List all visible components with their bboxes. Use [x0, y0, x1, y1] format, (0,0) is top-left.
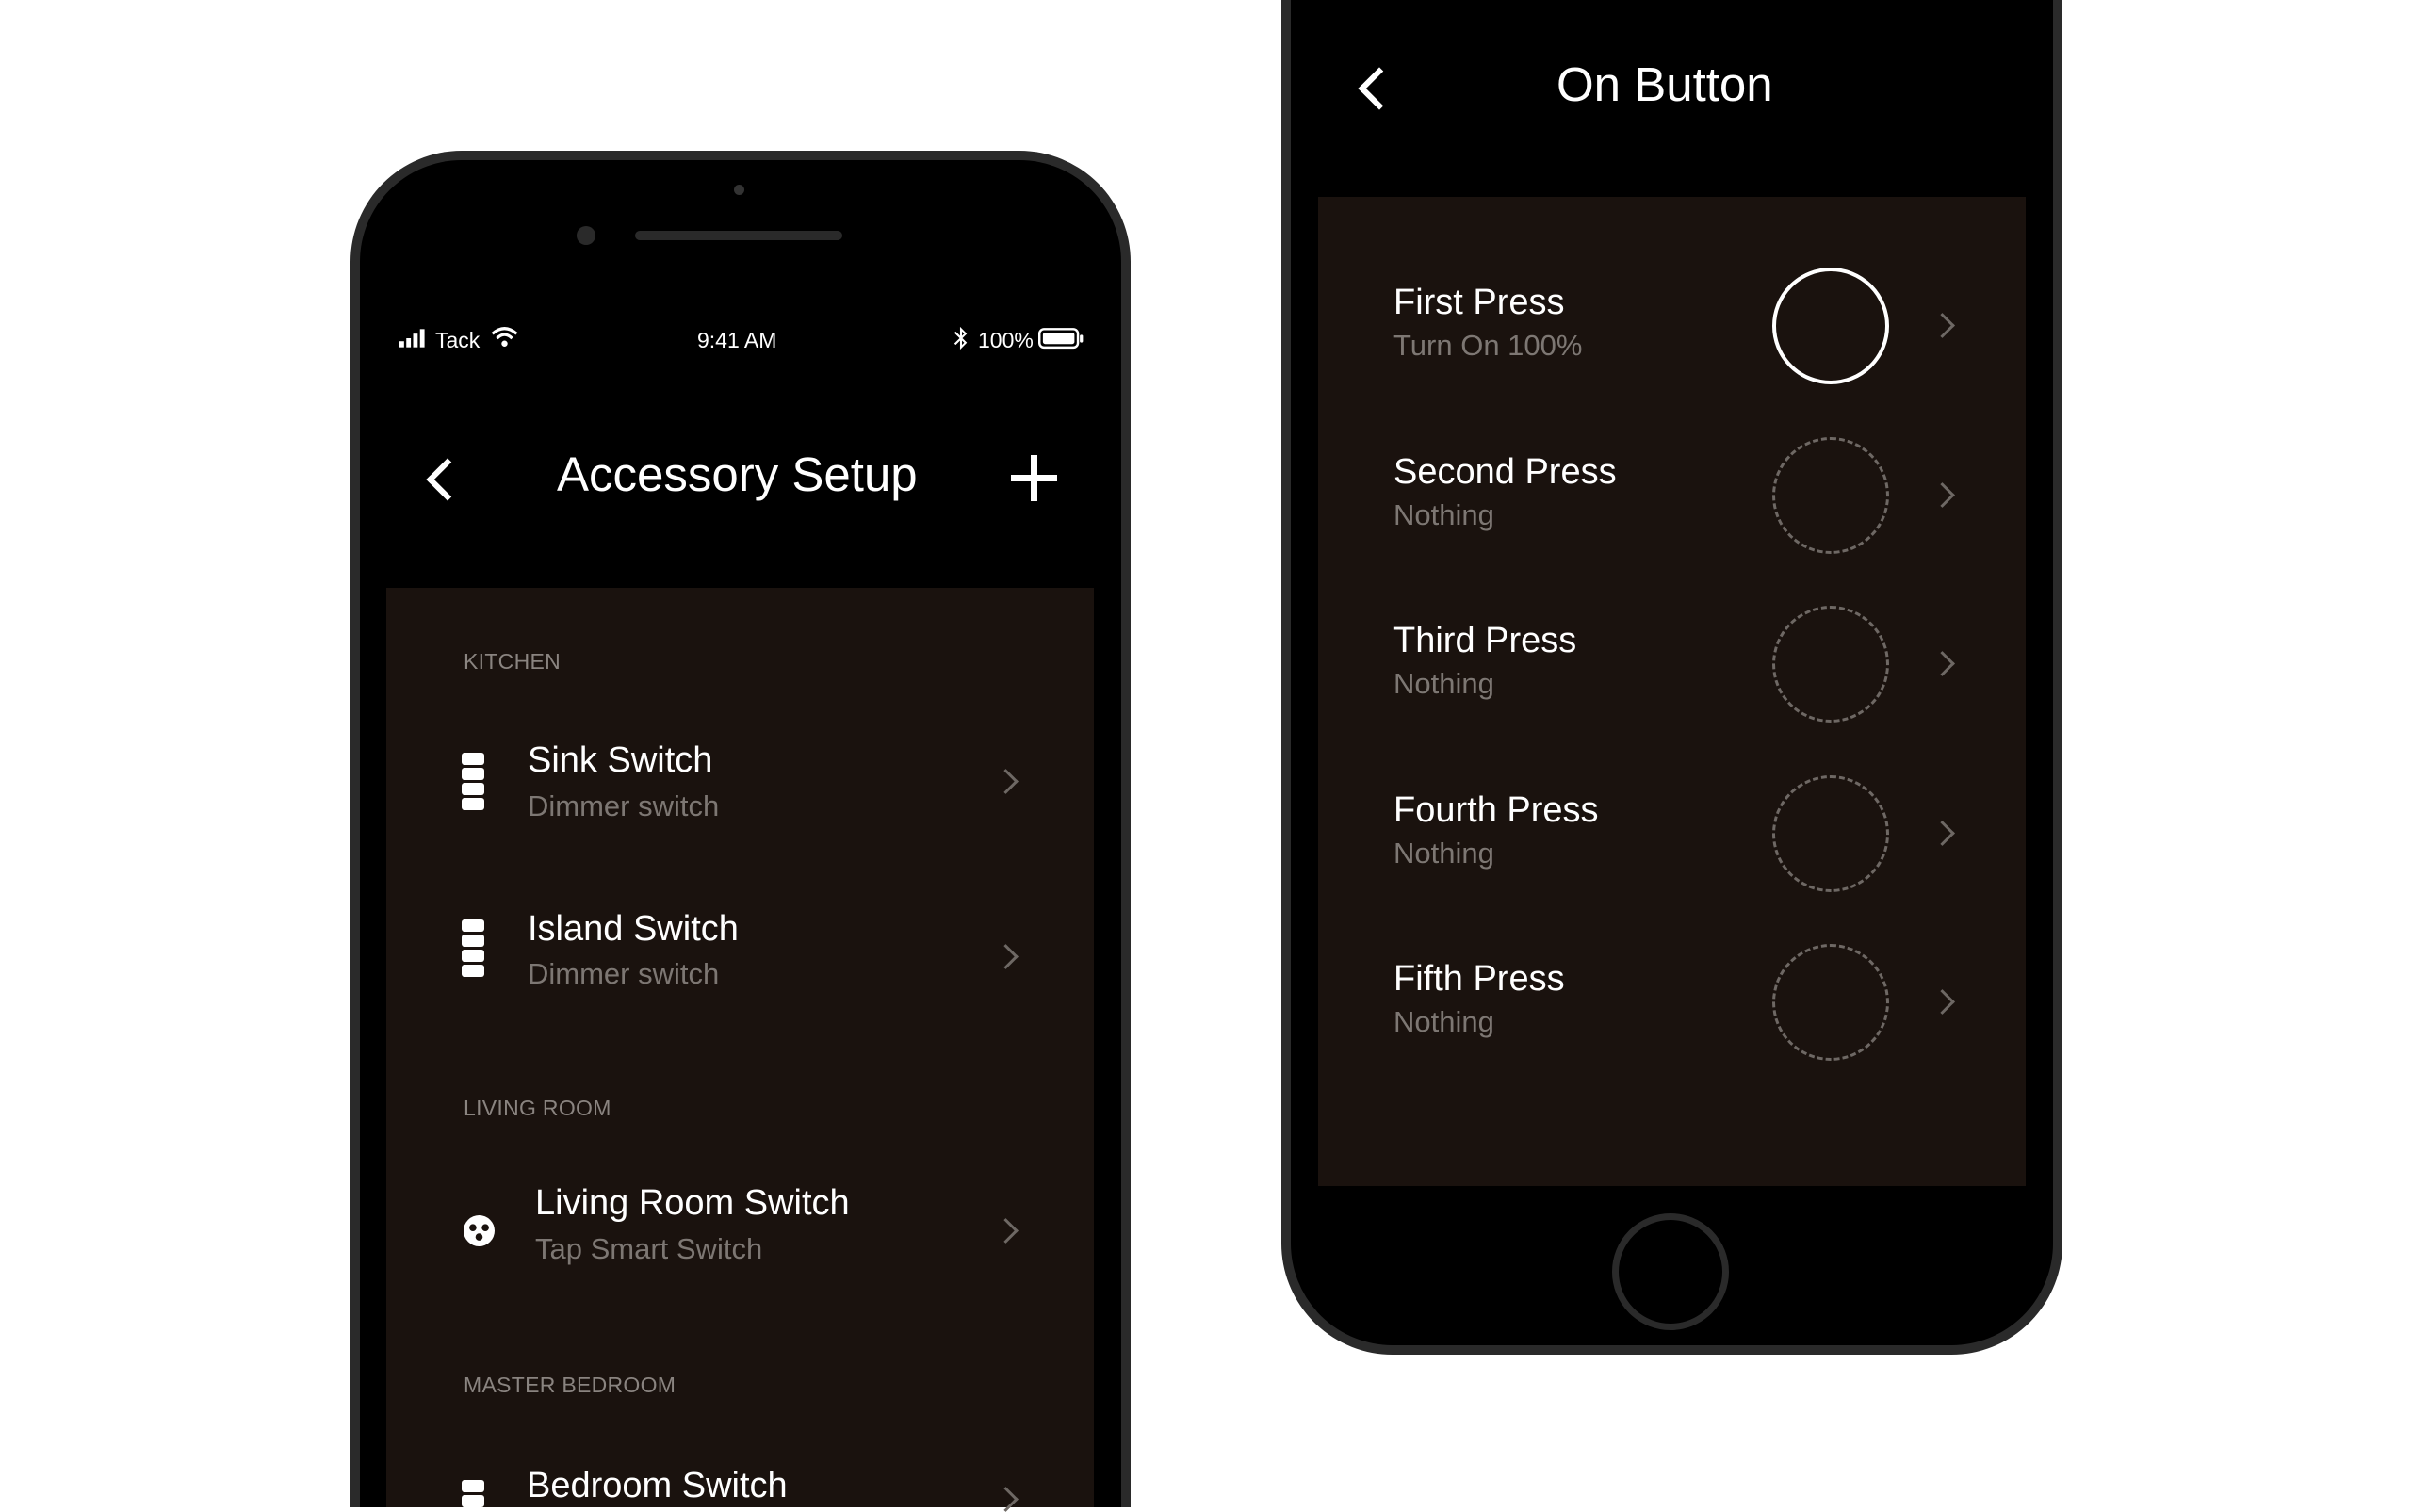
list-item-island-switch[interactable]: Island Switch Dimmer switch: [386, 880, 1094, 1018]
press-title: Fourth Press: [1393, 790, 1599, 830]
press-action: Nothing: [1393, 1005, 1494, 1038]
list-item-bedroom-switch[interactable]: Bedroom Switch: [386, 1434, 1094, 1512]
home-button[interactable]: [1612, 1213, 1729, 1330]
chevron-right-icon: [993, 1487, 1019, 1512]
battery-percent: 100%: [978, 328, 1034, 352]
dimmer-switch-icon: [462, 1480, 484, 1507]
tap-switch-icon: [464, 1215, 495, 1251]
press-row[interactable]: Second Press Nothing: [1318, 428, 2026, 566]
page-title: Accessory Setup: [557, 447, 918, 501]
section-header-master-bedroom: MASTER BEDROOM: [464, 1373, 676, 1397]
chevron-right-icon: [1930, 989, 1955, 1015]
dimmer-switch-icon: [462, 919, 484, 980]
chevron-right-icon: [1930, 651, 1955, 676]
item-subtitle: Dimmer switch: [528, 957, 720, 990]
press-row[interactable]: Fifth Press Nothing: [1318, 935, 2026, 1073]
plus-icon-stroke: [1031, 455, 1037, 501]
empty-action-circle-icon[interactable]: [1772, 437, 1889, 554]
wifi-icon: [491, 326, 518, 352]
speaker-grille: [635, 231, 842, 240]
assigned-action-circle-icon[interactable]: [1772, 268, 1889, 384]
bluetooth-icon: [953, 326, 969, 355]
press-title: First Press: [1393, 283, 1565, 322]
chevron-right-icon: [993, 1218, 1019, 1244]
press-title: Third Press: [1393, 621, 1577, 660]
press-row[interactable]: Fourth Press Nothing: [1318, 766, 2026, 904]
item-subtitle: Dimmer switch: [528, 789, 720, 822]
chevron-right-icon: [1930, 482, 1955, 508]
press-action: Nothing: [1393, 667, 1494, 700]
section-header-living-room: LIVING ROOM: [464, 1096, 611, 1120]
page-title: On Button: [1556, 57, 1773, 111]
item-title: Island Switch: [528, 909, 739, 949]
list-item-living-room-switch[interactable]: Living Room Switch Tap Smart Switch: [386, 1157, 1094, 1295]
press-action: Nothing: [1393, 837, 1494, 870]
chevron-right-icon: [993, 944, 1019, 969]
press-title: Second Press: [1393, 452, 1617, 492]
chevron-right-icon: [1930, 821, 1955, 846]
sensor-dot: [734, 185, 744, 195]
list-item-sink-switch[interactable]: Sink Switch Dimmer switch: [386, 711, 1094, 850]
clock: 9:41 AM: [697, 328, 777, 352]
press-action: Turn On 100%: [1393, 329, 1583, 362]
front-camera: [577, 226, 595, 245]
battery-icon: [1038, 328, 1084, 354]
item-title: Living Room Switch: [535, 1183, 850, 1223]
accessory-list: KITCHEN Sink Switch Dimmer switch Island…: [386, 588, 1094, 1512]
press-title: Fifth Press: [1393, 959, 1565, 999]
chevron-right-icon: [1930, 313, 1955, 338]
press-row[interactable]: Third Press Nothing: [1318, 596, 2026, 735]
signal-icon: [399, 329, 427, 352]
press-action: Nothing: [1393, 498, 1494, 531]
empty-action-circle-icon[interactable]: [1772, 944, 1889, 1061]
carrier-label: Tack: [435, 328, 481, 352]
empty-action-circle-icon[interactable]: [1772, 775, 1889, 892]
item-title: Sink Switch: [528, 740, 713, 780]
section-header-kitchen: KITCHEN: [464, 649, 562, 674]
add-button[interactable]: [1011, 455, 1057, 501]
empty-action-circle-icon[interactable]: [1772, 606, 1889, 723]
item-title: Bedroom Switch: [527, 1466, 788, 1505]
press-actions-list: First Press Turn On 100% Second Press Nothi…: [1318, 197, 2026, 1186]
chevron-right-icon: [993, 769, 1019, 794]
press-row[interactable]: First Press Turn On 100%: [1318, 258, 2026, 397]
dimmer-switch-icon: [462, 753, 484, 813]
item-subtitle: Tap Smart Switch: [535, 1232, 763, 1265]
